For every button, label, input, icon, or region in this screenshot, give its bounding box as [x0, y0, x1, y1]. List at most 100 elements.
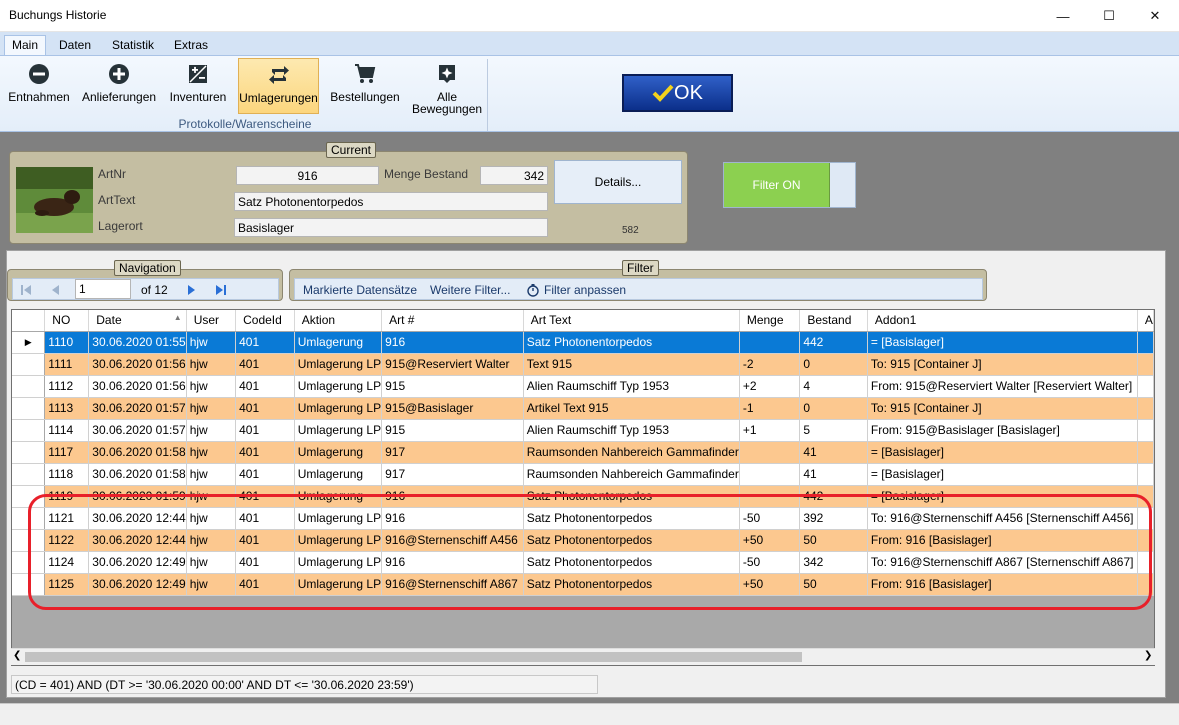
table-cell[interactable]: 401	[235, 551, 295, 574]
page-number-input[interactable]: 1	[75, 279, 131, 299]
table-row[interactable]: 1119 30.06.2020 01:59 hjw 401 Umlagerung 916 S…	[12, 485, 1154, 508]
filter-anpassen-button[interactable]: Filter anpassen	[544, 283, 626, 297]
table-cell[interactable]: 342	[799, 551, 868, 574]
table-cell[interactable]: 916	[381, 485, 524, 508]
prev-page-icon[interactable]	[50, 284, 62, 296]
table-cell[interactable]: Text 915	[523, 353, 740, 376]
column-header[interactable]: Art Text	[523, 310, 740, 332]
table-cell[interactable]: 41	[799, 441, 868, 464]
table-cell[interactable]: 401	[235, 441, 295, 464]
table-cell[interactable]: 5	[799, 419, 868, 442]
scrollbar-thumb[interactable]	[25, 652, 802, 662]
table-cell[interactable]: To: 916@Sternenschiff A867 [Sternenschif…	[867, 551, 1138, 574]
table-cell[interactable]: 392	[799, 507, 868, 530]
row-header[interactable]	[12, 463, 46, 486]
table-cell[interactable]: 916@Sternenschiff A867	[381, 573, 524, 596]
umlagerungen-button[interactable]: Umlagerungen	[238, 58, 319, 114]
table-cell[interactable]	[739, 485, 801, 508]
first-page-icon[interactable]	[20, 284, 32, 296]
row-header[interactable]	[12, 551, 46, 574]
table-cell[interactable]: From: 915@Reserviert Walter [Reserviert …	[867, 375, 1138, 398]
table-cell[interactable]: 1110	[44, 331, 90, 354]
ok-button[interactable]: OK	[622, 74, 733, 112]
table-cell[interactable]: hjw	[186, 331, 237, 354]
entnahmen-button[interactable]: Entnahmen	[6, 58, 72, 114]
column-header[interactable]: User	[186, 310, 237, 332]
table-cell[interactable]: 401	[235, 397, 295, 420]
next-page-icon[interactable]	[185, 284, 197, 296]
table-cell[interactable]: 4	[799, 375, 868, 398]
table-cell[interactable]: +50	[739, 529, 801, 552]
table-cell[interactable]: 30.06.2020 01:59	[88, 485, 187, 508]
column-header[interactable]: Menge	[739, 310, 801, 332]
table-cell[interactable]: 30.06.2020 12:44	[88, 529, 187, 552]
table-cell[interactable]: 916	[381, 331, 524, 354]
table-cell[interactable]: 30.06.2020 01:58	[88, 441, 187, 464]
table-row[interactable]: 1121 30.06.2020 12:44 hjw 401 Umlagerung LP 9…	[12, 507, 1154, 530]
artnr-field[interactable]: 916	[236, 166, 379, 185]
tab-statistik[interactable]: Statistik	[105, 36, 161, 56]
table-cell[interactable]: hjw	[186, 353, 237, 376]
column-header[interactable]: NO	[44, 310, 90, 332]
table-cell[interactable]: = [Basislager]	[867, 441, 1138, 464]
column-header[interactable]: CodeId	[235, 310, 295, 332]
table-row[interactable]: 1122 30.06.2020 12:44 hjw 401 Umlagerung LP 9…	[12, 529, 1154, 552]
table-cell[interactable]: 41	[799, 463, 868, 486]
table-cell[interactable]: 401	[235, 353, 295, 376]
details-button[interactable]: Details...	[554, 160, 682, 204]
table-cell[interactable]: 1113	[44, 397, 90, 420]
table-cell[interactable]: hjw	[186, 507, 237, 530]
filter-on-toggle[interactable]: Filter ON	[723, 162, 856, 208]
table-cell[interactable]: 916@Sternenschiff A456	[381, 529, 524, 552]
row-header[interactable]	[12, 507, 46, 530]
table-cell[interactable]: -50	[739, 551, 801, 574]
tab-extras[interactable]: Extras	[167, 36, 215, 56]
tab-main[interactable]: Main	[4, 35, 47, 57]
menge-bestand-field[interactable]: 342	[480, 166, 548, 185]
scroll-left-icon[interactable]: ❮	[13, 650, 21, 661]
table-cell[interactable]: Umlagerung LP	[294, 397, 383, 420]
table-cell[interactable]: To: 915 [Container J]	[867, 397, 1138, 420]
table-cell[interactable]: 1121	[44, 507, 90, 530]
column-header[interactable]: Bestand	[799, 310, 868, 332]
table-cell[interactable]: Satz Photonentorpedos	[523, 573, 740, 596]
table-cell[interactable]: hjw	[186, 573, 237, 596]
table-cell[interactable]: 30.06.2020 12:49	[88, 551, 187, 574]
markierte-datensaetze-button[interactable]: Markierte Datensätze	[303, 283, 417, 297]
table-cell[interactable]	[739, 441, 801, 464]
table-cell[interactable]: Raumsonden Nahbereich Gammafinder	[523, 441, 740, 464]
table-cell[interactable]: 915@Basislager	[381, 397, 524, 420]
table-cell[interactable]: From: 916 [Basislager]	[867, 529, 1138, 552]
table-cell[interactable]: 401	[235, 529, 295, 552]
table-cell[interactable]: 30.06.2020 01:56	[88, 375, 187, 398]
table-cell[interactable]: 401	[235, 463, 295, 486]
table-cell[interactable]: 442	[799, 331, 868, 354]
column-header[interactable]: A	[1137, 310, 1154, 332]
table-cell[interactable]: 915	[381, 375, 524, 398]
inventuren-button[interactable]: Inventuren	[167, 58, 229, 114]
minimize-button[interactable]: —	[1040, 0, 1086, 32]
table-row[interactable]: 1112 30.06.2020 01:56 hjw 401 Umlagerung LP 9…	[12, 375, 1154, 398]
table-cell[interactable]: = [Basislager]	[867, 463, 1138, 486]
table-row[interactable]: 1118 30.06.2020 01:58 hjw 401 Umlagerung 917 R…	[12, 463, 1154, 486]
table-cell[interactable]: Umlagerung	[294, 485, 383, 508]
table-cell[interactable]: hjw	[186, 397, 237, 420]
table-cell[interactable]: -50	[739, 507, 801, 530]
tab-daten[interactable]: Daten	[52, 36, 98, 56]
table-row[interactable]: 1125 30.06.2020 12:49 hjw 401 Umlagerung LP 9…	[12, 573, 1154, 596]
table-cell[interactable]: From: 916 [Basislager]	[867, 573, 1138, 596]
table-cell[interactable]: 30.06.2020 12:49	[88, 573, 187, 596]
table-cell[interactable]: Umlagerung	[294, 441, 383, 464]
table-cell[interactable]: 30.06.2020 01:57	[88, 397, 187, 420]
table-cell[interactable]: Umlagerung LP	[294, 353, 383, 376]
table-cell[interactable]: 1118	[44, 463, 90, 486]
table-cell[interactable]: To: 916@Sternenschiff A456 [Sternenschif…	[867, 507, 1138, 530]
table-cell[interactable]: 917	[381, 441, 524, 464]
arttext-field[interactable]: Satz Photonentorpedos	[234, 192, 548, 211]
table-cell[interactable]: hjw	[186, 375, 237, 398]
table-cell[interactable]: 1117	[44, 441, 90, 464]
table-cell[interactable]: 1112	[44, 375, 90, 398]
table-cell[interactable]: Satz Photonentorpedos	[523, 485, 740, 508]
table-cell[interactable]: Alien Raumschiff Typ 1953	[523, 419, 740, 442]
row-header[interactable]	[12, 529, 46, 552]
